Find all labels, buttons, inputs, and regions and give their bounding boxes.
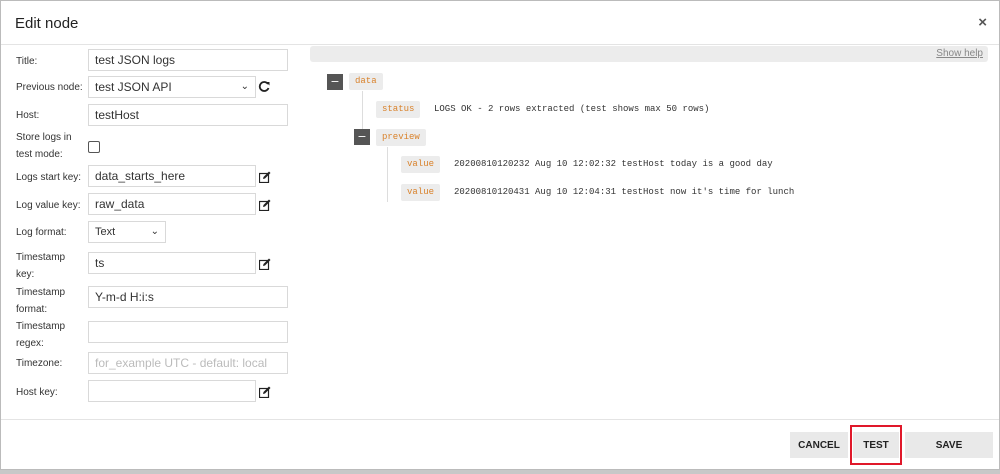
timezone-label: Timezone: — [16, 358, 63, 369]
tree-value-row: 20200810120232 Aug 10 12:02:32 testHost … — [454, 159, 773, 169]
tree-key-value[interactable]: value — [401, 156, 441, 173]
close-icon[interactable]: × — [978, 14, 987, 31]
store-logs-label: Store logs in test mode: — [16, 132, 72, 160]
tree-key-status[interactable]: status — [376, 101, 421, 118]
edit-icon[interactable] — [259, 386, 271, 398]
tree-value-status: LOGS OK - 2 rows extracted (test shows m… — [434, 104, 710, 114]
tree-value-row: 20200810120431 Aug 10 12:04:31 testHost … — [454, 187, 795, 197]
save-button[interactable]: SAVE — [905, 432, 993, 458]
log-value-key-label: Log value key: — [16, 200, 81, 211]
store-logs-checkbox[interactable] — [88, 141, 100, 153]
host-label: Host: — [16, 110, 40, 121]
logs-start-key-input[interactable] — [88, 165, 256, 187]
tree-key-data[interactable]: data — [349, 73, 383, 90]
edit-icon[interactable] — [259, 171, 271, 183]
title-label: Title: — [16, 56, 38, 67]
title-input[interactable] — [88, 49, 288, 71]
timezone-input[interactable] — [88, 352, 288, 374]
test-button[interactable]: TEST — [853, 432, 899, 458]
collapse-preview-toggle[interactable]: − — [354, 129, 370, 145]
log-value-key-input[interactable] — [88, 193, 256, 215]
previous-node-value: test JSON API — [95, 80, 172, 94]
tree-connector — [387, 147, 388, 202]
show-help-link[interactable]: Show help — [936, 48, 983, 59]
chevron-down-icon: ⌄ — [150, 226, 159, 237]
timestamp-regex-input[interactable] — [88, 321, 288, 343]
timestamp-format-label: Timestamp format: — [16, 287, 66, 315]
dialog-header: Edit node × — [1, 1, 999, 45]
timestamp-key-input[interactable] — [88, 252, 256, 274]
timestamp-format-input[interactable] — [88, 286, 288, 308]
timestamp-regex-label: Timestamp regex: — [16, 321, 66, 349]
log-format-label: Log format: — [16, 227, 67, 238]
tree-key-value[interactable]: value — [401, 184, 441, 201]
help-bar: Show help — [310, 46, 988, 62]
log-format-value: Text — [95, 226, 116, 238]
refresh-icon[interactable] — [258, 81, 270, 93]
dialog-footer: CANCEL TEST SAVE — [1, 419, 999, 471]
dialog-title: Edit node — [15, 15, 79, 32]
edit-node-dialog: Edit node × Title: Previous node: test J… — [0, 0, 1000, 470]
logs-start-key-label: Logs start key: — [16, 172, 82, 183]
log-format-select[interactable]: Text ⌄ — [88, 221, 166, 243]
edit-icon[interactable] — [259, 199, 271, 211]
host-key-input[interactable] — [88, 380, 256, 402]
collapse-data-toggle[interactable]: − — [327, 74, 343, 90]
edit-icon[interactable] — [259, 258, 271, 270]
cancel-button[interactable]: CANCEL — [790, 432, 848, 458]
timestamp-key-label: Timestamp key: — [16, 252, 66, 280]
tree-key-preview[interactable]: preview — [376, 129, 426, 146]
previous-node-label: Previous node: — [16, 82, 83, 93]
host-key-label: Host key: — [16, 387, 58, 398]
previous-node-select[interactable]: test JSON API ⌄ — [88, 76, 256, 98]
host-input[interactable] — [88, 104, 288, 126]
chevron-down-icon: ⌄ — [240, 81, 249, 92]
